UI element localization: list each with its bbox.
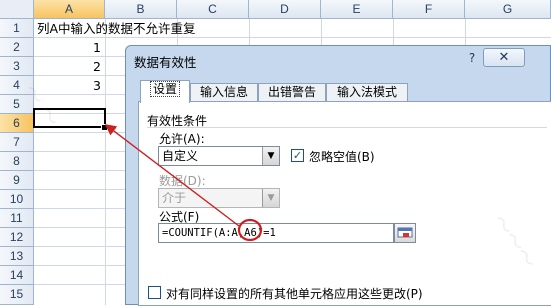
- annotation-overlay: [104, 124, 263, 242]
- annotation-highlight-circle: [237, 218, 263, 242]
- tab-settings[interactable]: 设置: [140, 80, 190, 103]
- annotation-arrow: [104, 124, 240, 227]
- tab-settings-label: 设置: [149, 81, 180, 97]
